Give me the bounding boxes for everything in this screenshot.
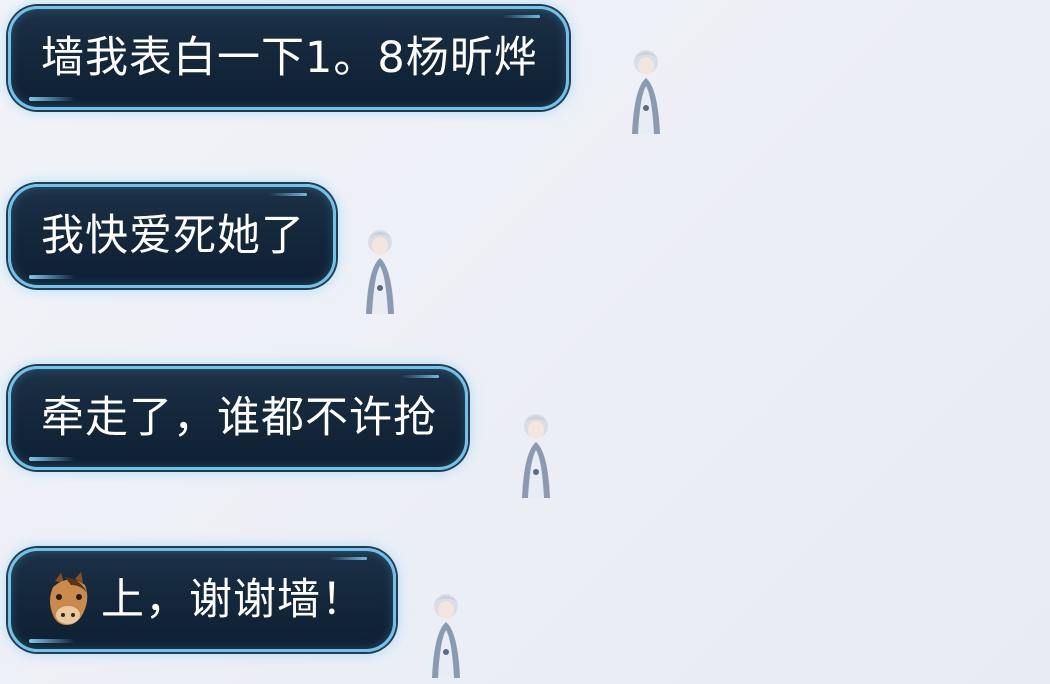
message-text: 牵走了，谁都不许抢 [41, 393, 437, 443]
message-bubble[interactable]: 墙我表白一下1。8杨昕烨 [8, 6, 569, 110]
bubble-sparkle [29, 275, 75, 279]
bubble-sparkle [29, 97, 75, 101]
bubble-sparkle [401, 375, 439, 378]
chat-message: 上，谢谢墙！ [8, 548, 460, 678]
horse-face-emoji-icon [50, 571, 88, 625]
bubble-sparkle [29, 457, 75, 461]
message-text: 上，谢谢墙！ [101, 575, 365, 625]
bubble-sparkle [29, 639, 75, 643]
bubble-sparkle [501, 15, 540, 18]
message-bubble[interactable]: 上，谢谢墙！ [8, 548, 396, 652]
figure-decoration-icon [432, 594, 460, 678]
message-bubble[interactable]: 我快爱死她了 [8, 184, 336, 288]
chat-message: 我快爱死她了 [8, 184, 394, 314]
bubble-sparkle [269, 193, 307, 196]
message-text: 墙我表白一下1。8杨昕烨 [41, 33, 538, 83]
chat-area: 墙我表白一下1。8杨昕烨 我快爱死她了 牵走了，谁都不许抢 上，谢谢墙！ [0, 0, 1050, 684]
chat-message: 牵走了，谁都不许抢 [8, 366, 550, 498]
figure-decoration-icon [366, 230, 394, 314]
chat-message: 墙我表白一下1。8杨昕烨 [8, 6, 660, 134]
message-bubble[interactable]: 牵走了，谁都不许抢 [8, 366, 468, 470]
bubble-sparkle [329, 557, 367, 560]
message-text: 我快爱死她了 [41, 211, 305, 261]
figure-decoration-icon [522, 414, 550, 498]
figure-decoration-icon [632, 50, 660, 134]
